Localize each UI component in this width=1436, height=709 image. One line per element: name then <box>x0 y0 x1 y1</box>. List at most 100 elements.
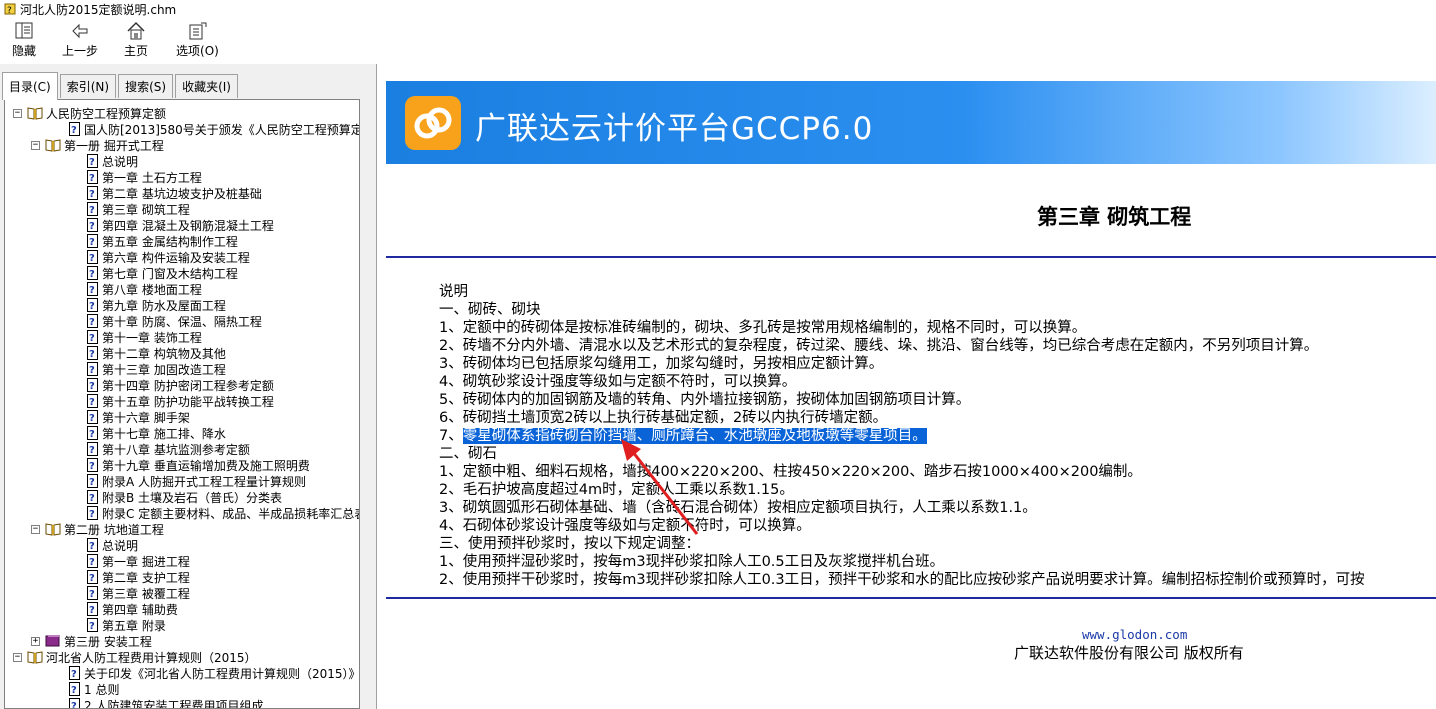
help-page-icon: ? <box>87 378 98 392</box>
tree-item[interactable]: ? 第三章 砌筑工程 <box>87 201 190 217</box>
svg-text:?: ? <box>89 397 95 408</box>
tree-item[interactable]: ? 总说明 <box>87 153 138 169</box>
tree-item[interactable]: ? 第八章 楼地面工程 <box>87 281 202 297</box>
tree-item[interactable]: ? 第四章 辅助费 <box>87 601 178 617</box>
glodon-website-link[interactable]: www.glodon.com <box>1082 627 1187 642</box>
hide-button[interactable]: 隐藏 <box>12 18 36 65</box>
tree-item[interactable]: ? 2 人防建筑安装工程费用项目组成 <box>69 697 264 709</box>
tree-item[interactable]: ? 第十三章 加固改造工程 <box>87 361 226 377</box>
book-open-icon <box>45 138 61 152</box>
tree-item[interactable]: ? 第五章 附录 <box>87 617 166 633</box>
tree-item[interactable]: ? 第十五章 防护功能平战转换工程 <box>87 393 274 409</box>
svg-text:?: ? <box>89 381 95 392</box>
help-page-icon: ? <box>87 186 98 200</box>
tree-item[interactable]: − 人民防空工程预算定额 <box>13 105 166 121</box>
tree-item[interactable]: ? 第三章 被覆工程 <box>87 585 190 601</box>
svg-text:?: ? <box>71 669 77 680</box>
help-page-icon: ? <box>87 330 98 344</box>
tree-item[interactable]: ? 附录A 人防掘开式工程工程量计算规则 <box>87 473 306 489</box>
collapse-icon[interactable]: − <box>13 652 22 662</box>
tree-item[interactable]: ? 第五章 金属结构制作工程 <box>87 233 238 249</box>
tree-item[interactable]: ? 第十四章 防护密闭工程参考定额 <box>87 377 274 393</box>
svg-text:?: ? <box>89 333 95 344</box>
svg-text:?: ? <box>89 157 95 168</box>
description-text: 说明 一、砌砖、砌块 1、定额中的砖砌体是按标准砖编制的，砌块、多孔砖是按常用规格编… <box>439 283 1365 589</box>
tree-item[interactable]: ? 第十八章 基坑监测参考定额 <box>87 441 250 457</box>
tree-item[interactable]: ? 第十九章 垂直运输增加费及施工照明费 <box>87 457 310 473</box>
tree-item[interactable]: − 第二册 坑地道工程 <box>31 521 164 537</box>
tree-item-label: 2 人防建筑安装工程费用项目组成 <box>84 698 264 709</box>
help-page-icon: ? <box>69 682 80 696</box>
brand-banner: 广联达云计价平台GCCP6.0 <box>386 81 1436 164</box>
copyright-notice: 广联达软件股份有限公司 版权所有 <box>1014 644 1244 662</box>
text-line-content: 1、定额中粗、细料石规格，墙按400×220×200、柱按450×220×200… <box>439 464 1142 480</box>
svg-text:?: ? <box>89 461 95 472</box>
svg-text:?: ? <box>89 173 95 184</box>
tree-item-label: 国人防[2013]580号关于颁发《人民防空工程预算定额》 <box>84 122 360 137</box>
expand-icon[interactable]: + <box>31 636 40 646</box>
tree-item[interactable]: + 第三册 安装工程 <box>31 633 152 649</box>
tree-item[interactable]: ? 总说明 <box>87 537 138 553</box>
tree-item[interactable]: ? 第二章 支护工程 <box>87 569 190 585</box>
tree-item[interactable]: ? 第一章 土石方工程 <box>87 169 202 185</box>
tree-item[interactable]: ? 第十章 防腐、保温、隔热工程 <box>87 313 262 329</box>
book-closed-icon <box>45 634 61 648</box>
help-page-icon: ? <box>87 154 98 168</box>
tree-item-label: 第七章 门窗及木结构工程 <box>102 266 238 281</box>
svg-text:?: ? <box>89 557 95 568</box>
tree-item[interactable]: ? 第二章 基坑边坡支护及桩基础 <box>87 185 262 201</box>
svg-text:?: ? <box>89 445 95 456</box>
tree-item[interactable]: ? 第九章 防水及屋面工程 <box>87 297 226 313</box>
tree-item[interactable]: ? 国人防[2013]580号关于颁发《人民防空工程预算定额》 <box>69 121 360 137</box>
help-page-icon: ? <box>87 426 98 440</box>
back-button[interactable]: 上一步 <box>62 18 98 65</box>
tree-item[interactable]: ? 附录C 定额主要材料、成品、半成品损耗率汇总表 <box>87 505 360 521</box>
tree-item[interactable]: ? 第六章 构件运输及安装工程 <box>87 249 250 265</box>
tree-item-label: 第五章 金属结构制作工程 <box>102 234 238 249</box>
text-line: 1、定额中的砖砌体是按标准砖编制的，砌块、多孔砖是按常用规格编制的，规格不同时，… <box>439 319 1365 337</box>
svg-text:?: ? <box>89 365 95 376</box>
text-line: 4、砌筑砂浆设计强度等级如与定额不符时，可以换算。 <box>439 373 1365 391</box>
tree-item[interactable]: ? 第十七章 施工排、降水 <box>87 425 226 441</box>
help-page-icon: ? <box>87 586 98 600</box>
text-line: 2、使用预拌干砂浆时，按每m3现拌砂浆扣除人工0.3工日，预拌干砂浆和水的配比应… <box>439 571 1365 589</box>
help-page-icon: ? <box>87 474 98 488</box>
tab-contents[interactable]: 目录(C) <box>2 72 58 100</box>
home-button[interactable]: 主页 <box>124 18 148 65</box>
text-line: 1、定额中粗、细料石规格，墙按400×220×200、柱按450×220×200… <box>439 463 1365 481</box>
tree-item[interactable]: − 第一册 掘开式工程 <box>31 137 164 153</box>
tree-item[interactable]: ? 关于印发《河北省人防工程费用计算规则（2015）》的 <box>69 665 359 681</box>
collapse-icon[interactable]: − <box>13 108 22 118</box>
text-line: 3、砌筑圆弧形石砌体基础、墙（含砖石混合砌体）按相应定额项目执行，人工乘以系数1… <box>439 499 1365 517</box>
collapse-icon[interactable]: − <box>31 524 40 534</box>
tree-item[interactable]: ? 第四章 混凝土及钢筋混凝土工程 <box>87 217 274 233</box>
tab-favorites[interactable]: 收藏夹(I) <box>175 74 238 98</box>
collapse-icon[interactable]: − <box>31 140 40 150</box>
tree-item[interactable]: ? 第一章 掘进工程 <box>87 553 190 569</box>
tab-index[interactable]: 索引(N) <box>59 74 117 98</box>
help-page-icon: ? <box>87 570 98 584</box>
tree-item-label: 总说明 <box>102 154 139 169</box>
tree-item[interactable]: ? 附录B 土壤及岩石（普氏）分类表 <box>87 489 282 505</box>
text-line-content: 3、砌筑圆弧形石砌体基础、墙（含砖石混合砌体）按相应定额项目执行，人工乘以系数1… <box>439 500 1037 516</box>
text-line-content: 二、砌石 <box>439 446 497 462</box>
svg-text:?: ? <box>89 253 95 264</box>
tree-item[interactable]: ? 第十二章 构筑物及其他 <box>87 345 226 361</box>
tree-item[interactable]: ? 第十六章 脚手架 <box>87 409 190 425</box>
contents-tree[interactable]: − 人民防空工程预算定额? 国人防[2013]580号关于颁发《人民防空工程预算定额… <box>4 99 360 709</box>
svg-text:?: ? <box>89 349 95 360</box>
tree-item-label: 附录C 定额主要材料、成品、半成品损耗率汇总表 <box>102 506 360 521</box>
tab-search[interactable]: 搜索(S) <box>118 74 174 98</box>
tree-item[interactable]: ? 第十一章 装饰工程 <box>87 329 202 345</box>
help-page-icon: ? <box>87 218 98 232</box>
chapter-title: 第三章 砌筑工程 <box>1037 204 1192 229</box>
help-page-icon: ? <box>69 666 80 680</box>
tree-item-label: 第十九章 垂直运输增加费及施工照明费 <box>102 458 310 473</box>
tree-item[interactable]: − 河北省人防工程费用计算规则（2015） <box>13 649 257 665</box>
tree-item[interactable]: ? 第七章 门窗及木结构工程 <box>87 265 238 281</box>
options-icon <box>189 22 207 40</box>
tree-item[interactable]: ? 1 总则 <box>69 681 119 697</box>
options-button[interactable]: 选项(O) <box>176 18 219 65</box>
svg-text:?: ? <box>71 685 77 696</box>
text-line-content: 一、砌砖、砌块 <box>439 302 541 318</box>
